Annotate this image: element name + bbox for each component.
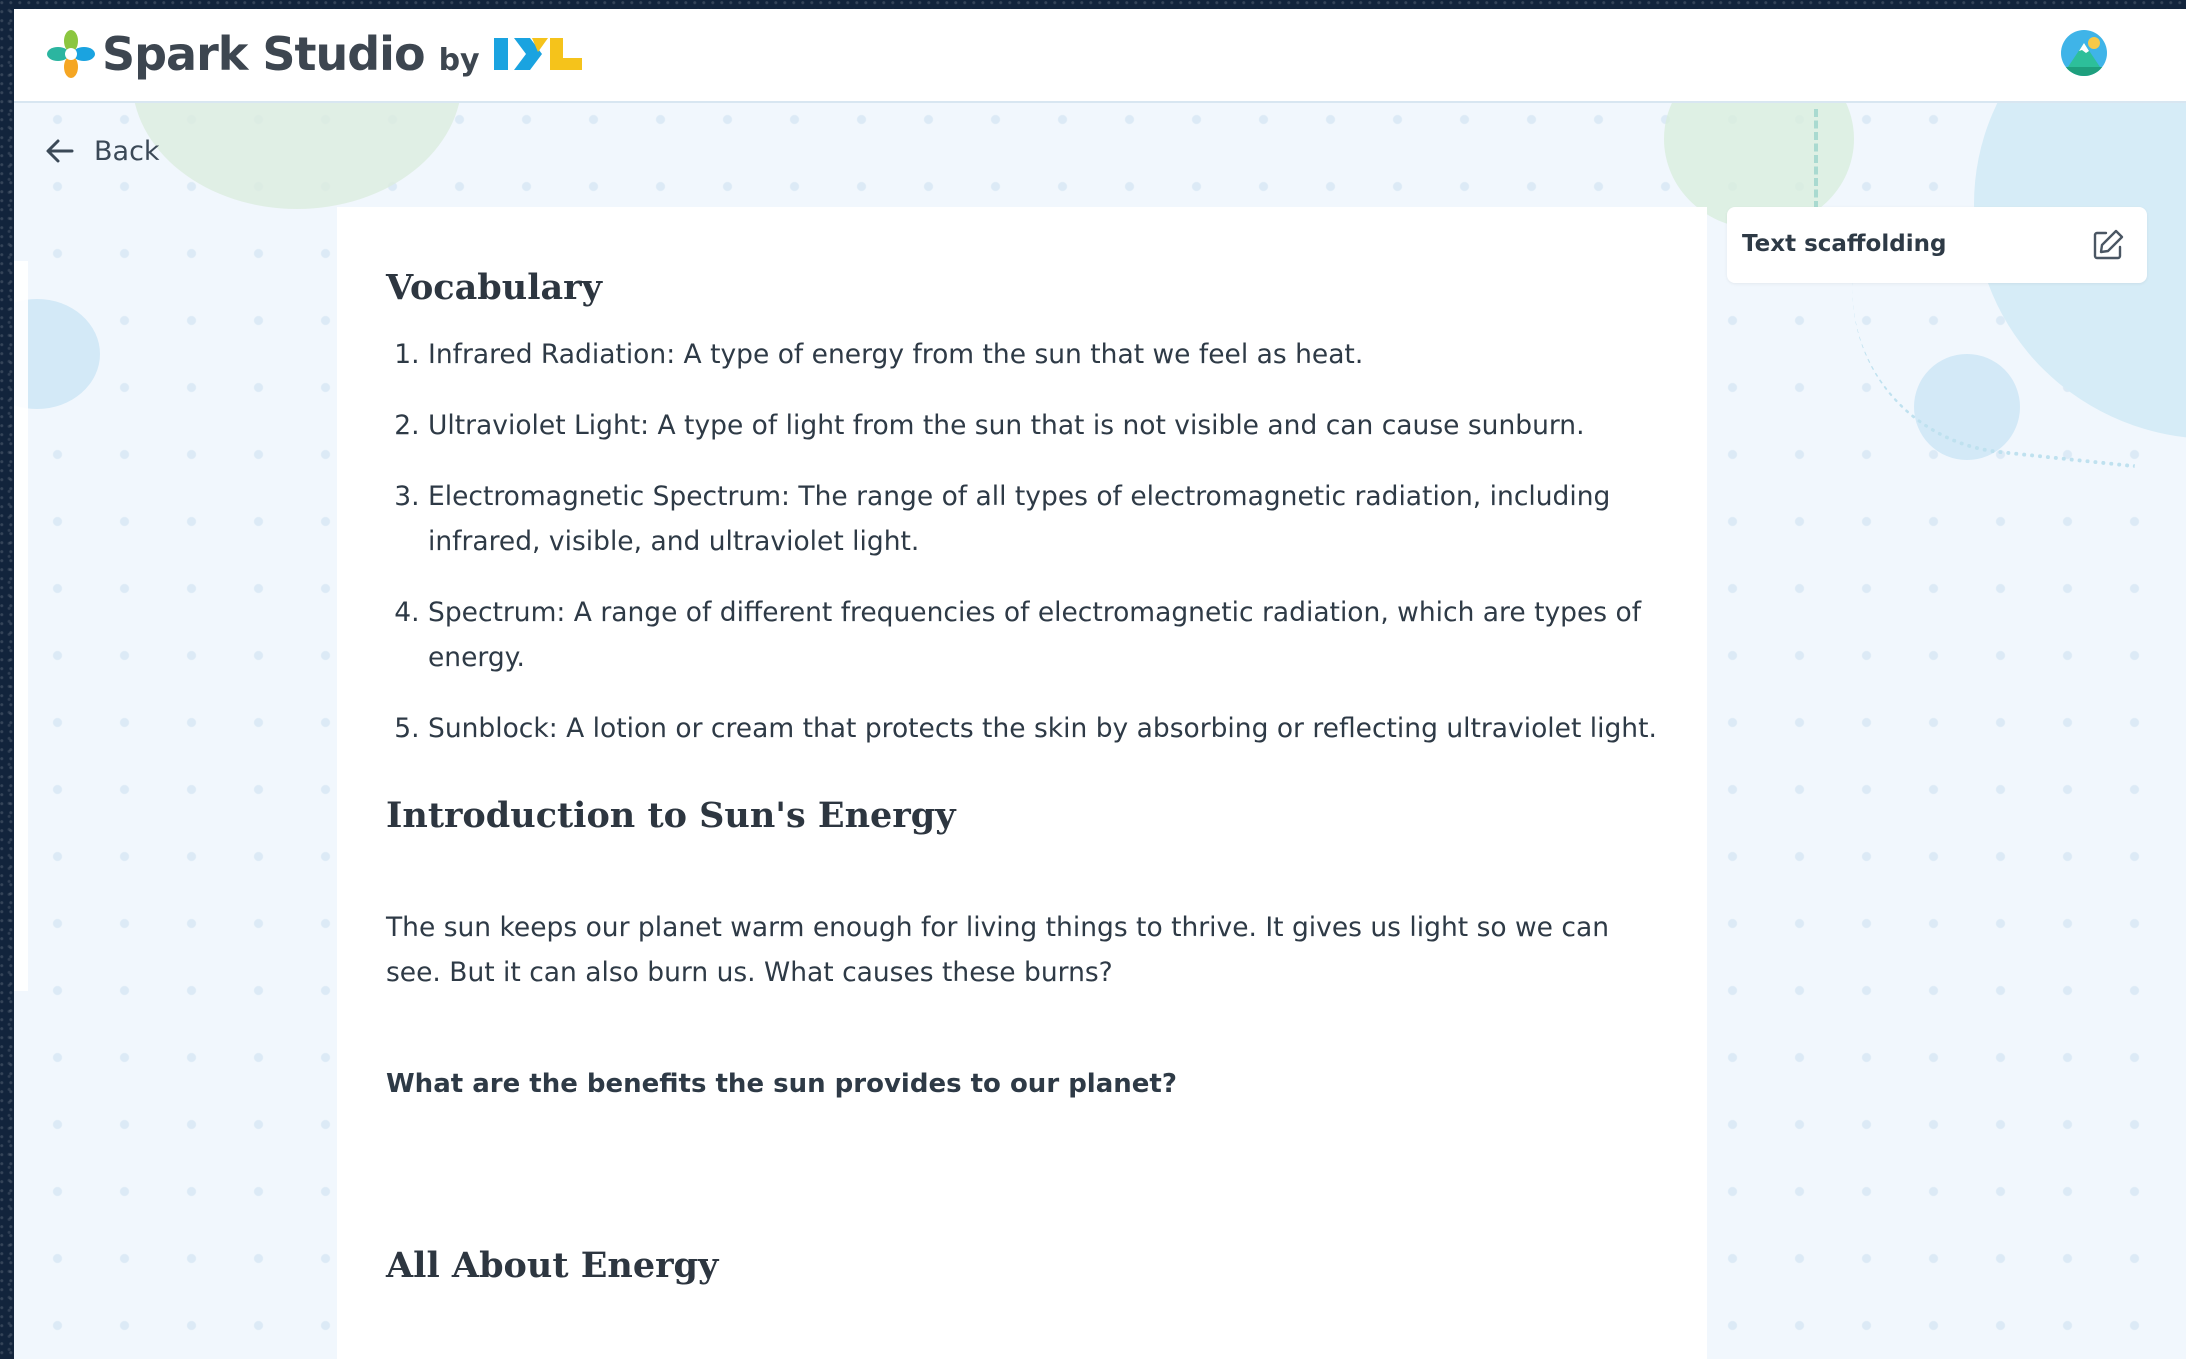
document-content: Vocabulary Infrared Radiation: A type of… bbox=[337, 207, 1707, 1359]
vocabulary-heading: Vocabulary bbox=[386, 267, 602, 308]
app-name: Spark Studio bbox=[102, 27, 426, 81]
vocabulary-item: Sunblock: A lotion or cream that protect… bbox=[428, 706, 1668, 751]
intro-question: What are the benefits the sun provides t… bbox=[386, 1069, 1177, 1099]
vocabulary-item: Electromagnetic Spectrum: The range of a… bbox=[428, 474, 1668, 564]
vocabulary-item: Spectrum: A range of different frequenci… bbox=[428, 590, 1668, 680]
ixl-logo-icon bbox=[493, 38, 582, 70]
text-scaffolding-panel: Text scaffolding bbox=[1727, 207, 2147, 283]
vocabulary-item: Ultraviolet Light: A type of light from … bbox=[428, 403, 1668, 448]
left-edge-panel bbox=[14, 261, 28, 991]
text-scaffolding-label: Text scaffolding bbox=[1742, 231, 1947, 257]
back-label: Back bbox=[94, 135, 160, 167]
back-button[interactable]: Back bbox=[44, 135, 160, 167]
mountain-avatar-icon[interactable] bbox=[2060, 29, 2108, 77]
intro-heading: Introduction to Sun's Energy bbox=[386, 795, 956, 836]
energy-heading: All About Energy bbox=[386, 1245, 719, 1286]
vocabulary-item: Infrared Radiation: A type of energy fro… bbox=[428, 332, 1668, 377]
decor-dashed-line bbox=[1814, 109, 1818, 209]
decor-dotted-arc bbox=[1836, 273, 2152, 469]
intro-paragraph: The sun keeps our planet warm enough for… bbox=[386, 912, 1610, 988]
spark-studio-logo[interactable]: Spark Studio by bbox=[44, 27, 584, 81]
vocabulary-list: Infrared Radiation: A type of energy fro… bbox=[386, 332, 1668, 777]
app-window: Spark Studio by Back Vocabulary 1. Infra… bbox=[14, 9, 2186, 1359]
spark-flower-icon bbox=[47, 30, 95, 78]
arrow-left-icon bbox=[46, 139, 74, 163]
edit-pencil-icon[interactable] bbox=[2091, 228, 2125, 262]
by-label: by bbox=[438, 42, 480, 78]
top-navigation-bar: Spark Studio by bbox=[14, 9, 2186, 103]
